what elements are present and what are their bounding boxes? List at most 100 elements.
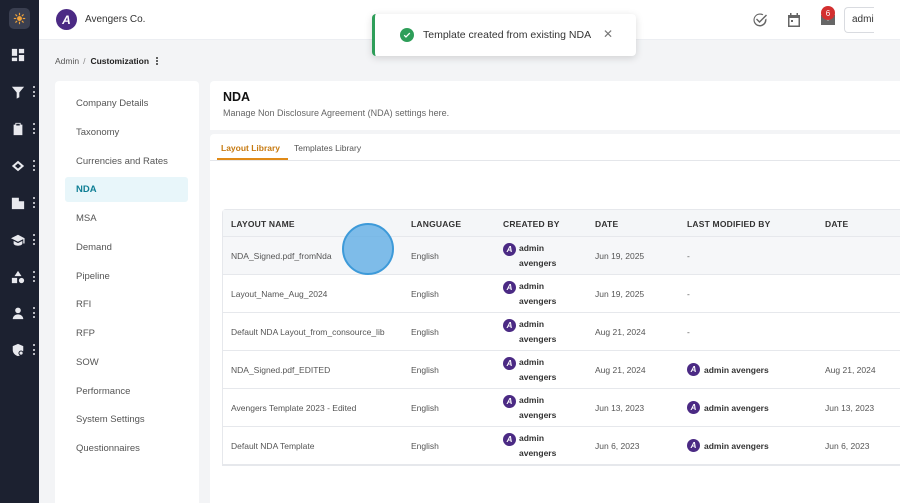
layout-name-cell[interactable]: Default NDA Layout_from_consource_lib (231, 327, 385, 337)
touch-indicator (342, 223, 394, 275)
table-row[interactable]: Layout_Name_Aug_2024 English A admin ave… (223, 275, 900, 313)
nav-taxonomy[interactable]: Taxonomy (65, 120, 188, 145)
col-date[interactable]: DATE (595, 219, 618, 229)
toast-message: Template created from existing NDA (423, 29, 592, 41)
calendar-icon (788, 13, 800, 27)
rail-shapes[interactable] (0, 266, 39, 288)
layout-name-cell[interactable]: Avengers Template 2023 - Edited (231, 403, 356, 413)
nav-msa[interactable]: MSA (65, 206, 188, 231)
modified-by-cell: A admin avengers (687, 401, 769, 414)
main-panel: NDA Manage Non Disclosure Agreement (NDA… (210, 81, 900, 503)
handshake-icon (11, 160, 24, 172)
modified-by-name: admin avengers (704, 402, 769, 413)
breadcrumb-admin-link[interactable]: Admin (55, 56, 79, 66)
layout-table: LAYOUT NAME LANGUAGE CREATED BY DATE LAS… (222, 209, 900, 466)
table-row[interactable]: Avengers Template 2023 - Edited English … (223, 389, 900, 427)
customization-nav: Company Details Taxonomy Currencies and … (55, 81, 199, 503)
modified-by-cell: A admin avengers (687, 363, 769, 376)
avatar: A (503, 243, 516, 256)
page-title: NDA (223, 90, 251, 104)
rail-dashboard[interactable] (0, 44, 39, 66)
layout-name-cell[interactable]: NDA_Signed.pdf_fromNda (231, 251, 332, 261)
created-by-cell: A admin avengers (503, 431, 563, 461)
nav-currencies-and-rates[interactable]: Currencies and Rates (65, 149, 188, 174)
rail-more-icon[interactable] (33, 307, 35, 318)
avengers-logo-icon: A (56, 9, 77, 30)
notification-badge: 6 (821, 6, 835, 20)
col-language[interactable]: LANGUAGE (411, 219, 461, 229)
layout-name-cell[interactable]: NDA_Signed.pdf_EDITED (231, 365, 330, 375)
avatar: A (503, 319, 516, 332)
created-by-name: admin avengers (519, 243, 557, 268)
calendar-button[interactable] (786, 12, 802, 28)
tab-layout-library[interactable]: Layout Library (221, 143, 280, 153)
date-cell: Jun 13, 2023 (595, 403, 645, 413)
rail-more-icon[interactable] (33, 234, 35, 245)
user-menu-button[interactable]: admin (844, 7, 874, 33)
language-cell: English (411, 289, 439, 299)
table-row[interactable]: NDA_Signed.pdf_EDITED English A admin av… (223, 351, 900, 389)
language-cell: English (411, 327, 439, 337)
rail-more-icon[interactable] (33, 123, 35, 134)
nav-sow[interactable]: SOW (65, 350, 188, 375)
avatar: A (503, 395, 516, 408)
created-by-name: admin avengers (519, 395, 557, 420)
created-by-cell: A admin avengers (503, 241, 563, 271)
close-icon[interactable]: ✕ (603, 27, 613, 41)
rail-handshake[interactable] (0, 155, 39, 177)
rail-clipboard[interactable] (0, 118, 39, 140)
modified-by-cell: - (687, 289, 690, 299)
nav-system-settings[interactable]: System Settings (65, 407, 188, 432)
col-last-modified-by[interactable]: LAST MODIFIED BY (687, 219, 770, 229)
created-by-cell: A admin avengers (503, 279, 563, 309)
page-header: NDA Manage Non Disclosure Agreement (NDA… (210, 81, 900, 130)
nav-rfi[interactable]: RFI (65, 292, 188, 317)
nav-performance[interactable]: Performance (65, 379, 188, 404)
date-cell: Jun 6, 2023 (595, 441, 640, 451)
clipboard-icon (13, 122, 22, 136)
table-header: LAYOUT NAME LANGUAGE CREATED BY DATE LAS… (223, 210, 900, 237)
layout-name-cell[interactable]: Layout_Name_Aug_2024 (231, 289, 327, 299)
tab-templates-library[interactable]: Templates Library (294, 143, 361, 153)
kebab-menu-icon[interactable] (156, 57, 159, 65)
app-logo-icon[interactable] (9, 8, 30, 29)
active-tab-indicator (217, 158, 288, 160)
col-created-by[interactable]: CREATED BY (503, 219, 560, 229)
graduation-cap-icon (10, 234, 25, 246)
rail-more-icon[interactable] (33, 271, 35, 282)
shapes-icon (11, 270, 24, 284)
table-row[interactable]: Default NDA Template English A admin ave… (223, 427, 900, 465)
modified-date-cell: Jun 13, 2023 (825, 403, 875, 413)
rail-security[interactable] (0, 339, 39, 361)
created-by-name: admin avengers (519, 433, 557, 458)
col-modified-date[interactable]: DATE (825, 219, 848, 229)
tasks-button[interactable] (752, 12, 768, 28)
building-icon (11, 197, 24, 210)
rail-more-icon[interactable] (33, 344, 35, 355)
nav-demand[interactable]: Demand (65, 235, 188, 260)
nav-nda[interactable]: NDA (65, 177, 188, 202)
date-cell: Jun 19, 2025 (595, 289, 645, 299)
rail-more-icon[interactable] (33, 197, 35, 208)
date-cell: Aug 21, 2024 (595, 365, 646, 375)
nav-company-details[interactable]: Company Details (65, 91, 188, 116)
nav-rfp[interactable]: RFP (65, 321, 188, 346)
table-row[interactable]: NDA_Signed.pdf_fromNda English A admin a… (223, 237, 900, 275)
rail-more-icon[interactable] (33, 86, 35, 97)
layout-name-cell[interactable]: Default NDA Template (231, 441, 314, 451)
modified-date-cell: Aug 21, 2024 (825, 365, 876, 375)
rail-filter[interactable] (0, 81, 39, 103)
rail-building[interactable] (0, 192, 39, 214)
org-brand[interactable]: A Avengers Co. (56, 9, 145, 30)
created-by-cell: A admin avengers (503, 317, 563, 347)
success-toast: Template created from existing NDA ✕ (372, 14, 636, 56)
rail-user[interactable] (0, 302, 39, 324)
nav-questionnaires[interactable]: Questionnaires (65, 436, 188, 461)
rail-education[interactable] (0, 229, 39, 251)
col-layout-name[interactable]: LAYOUT NAME (231, 219, 295, 229)
table-row[interactable]: Default NDA Layout_from_consource_lib En… (223, 313, 900, 351)
nav-pipeline[interactable]: Pipeline (65, 264, 188, 289)
avatar: A (687, 363, 700, 376)
rail-more-icon[interactable] (33, 160, 35, 171)
language-cell: English (411, 441, 439, 451)
